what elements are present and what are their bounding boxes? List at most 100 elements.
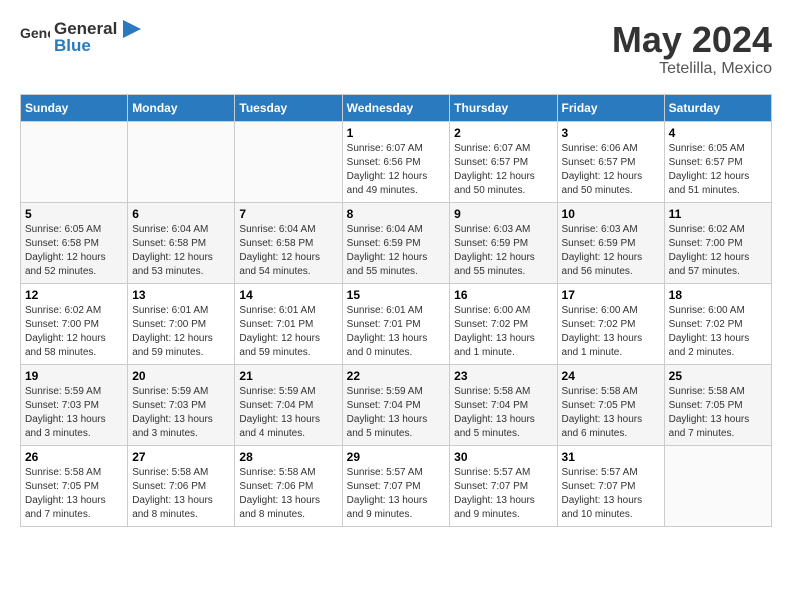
calendar-cell bbox=[128, 121, 235, 202]
col-header-thursday: Thursday bbox=[450, 94, 557, 121]
logo-blue-text: Blue bbox=[54, 37, 91, 56]
calendar-cell: 24 Sunrise: 5:58 AM Sunset: 7:05 PM Dayli… bbox=[557, 364, 664, 445]
day-number: 31 bbox=[562, 450, 660, 464]
calendar-cell: 3 Sunrise: 6:06 AM Sunset: 6:57 PM Daylig… bbox=[557, 121, 664, 202]
day-info: Sunrise: 5:59 AM Sunset: 7:04 PM Dayligh… bbox=[347, 385, 446, 441]
day-info: Sunrise: 6:04 AM Sunset: 6:58 PM Dayligh… bbox=[239, 223, 337, 279]
col-header-friday: Friday bbox=[557, 94, 664, 121]
calendar-week-row: 19 Sunrise: 5:59 AM Sunset: 7:03 PM Dayli… bbox=[21, 364, 772, 445]
calendar-cell: 8Sunrise: 6:04 AM Sunset: 6:59 PM Daylig… bbox=[342, 202, 450, 283]
calendar-cell: 26 Sunrise: 5:58 AM Sunset: 7:05 PM Dayli… bbox=[21, 445, 128, 526]
calendar-cell: 1 Sunrise: 6:07 AM Sunset: 6:56 PM Daylig… bbox=[342, 121, 450, 202]
calendar-cell bbox=[235, 121, 342, 202]
day-info: Sunrise: 5:58 AM Sunset: 7:06 PM Dayligh… bbox=[132, 466, 230, 522]
calendar-week-row: 5 Sunrise: 6:05 AM Sunset: 6:58 PM Daylig… bbox=[21, 202, 772, 283]
day-number: 19 bbox=[25, 369, 123, 383]
day-info: Sunrise: 5:57 AM Sunset: 7:07 PM Dayligh… bbox=[347, 466, 446, 522]
logo: General General Blue bbox=[20, 20, 141, 55]
calendar-cell: 21 Sunrise: 5:59 AM Sunset: 7:04 PM Dayli… bbox=[235, 364, 342, 445]
day-info: Sunrise: 6:04 AM Sunset: 6:59 PM Dayligh… bbox=[347, 223, 446, 279]
day-number: 12 bbox=[25, 288, 123, 302]
day-info: Sunrise: 6:02 AM Sunset: 7:00 PM Dayligh… bbox=[669, 223, 767, 279]
day-info: Sunrise: 6:01 AM Sunset: 7:01 PM Dayligh… bbox=[239, 304, 337, 360]
day-info: Sunrise: 6:00 AM Sunset: 7:02 PM Dayligh… bbox=[454, 304, 552, 360]
day-number: 23 bbox=[454, 369, 552, 383]
day-info: Sunrise: 6:03 AM Sunset: 6:59 PM Dayligh… bbox=[454, 223, 552, 279]
day-number: 1 bbox=[347, 126, 446, 140]
logo-icon: General bbox=[20, 24, 50, 52]
calendar-week-row: 1 Sunrise: 6:07 AM Sunset: 6:56 PM Daylig… bbox=[21, 121, 772, 202]
day-number: 15 bbox=[347, 288, 446, 302]
day-info: Sunrise: 5:57 AM Sunset: 7:07 PM Dayligh… bbox=[454, 466, 552, 522]
calendar-cell: 11 Sunrise: 6:02 AM Sunset: 7:00 PM Dayli… bbox=[664, 202, 771, 283]
day-info: Sunrise: 5:57 AM Sunset: 7:07 PM Dayligh… bbox=[562, 466, 660, 522]
page-header: General General Blue May 2024 Tetelilla,… bbox=[20, 20, 772, 78]
calendar-cell: 17 Sunrise: 6:00 AM Sunset: 7:02 PM Dayli… bbox=[557, 283, 664, 364]
day-info: Sunrise: 6:06 AM Sunset: 6:57 PM Dayligh… bbox=[562, 142, 660, 198]
calendar-header-row: SundayMondayTuesdayWednesdayThursdayFrid… bbox=[21, 94, 772, 121]
logo-flag-icon bbox=[119, 20, 141, 38]
calendar-cell: 25Sunrise: 5:58 AM Sunset: 7:05 PM Dayli… bbox=[664, 364, 771, 445]
day-number: 20 bbox=[132, 369, 230, 383]
calendar-cell: 14 Sunrise: 6:01 AM Sunset: 7:01 PM Dayli… bbox=[235, 283, 342, 364]
calendar-cell: 29 Sunrise: 5:57 AM Sunset: 7:07 PM Dayli… bbox=[342, 445, 450, 526]
calendar-week-row: 12 Sunrise: 6:02 AM Sunset: 7:00 PM Dayli… bbox=[21, 283, 772, 364]
day-info: Sunrise: 5:59 AM Sunset: 7:03 PM Dayligh… bbox=[25, 385, 123, 441]
day-number: 11 bbox=[669, 207, 767, 221]
day-number: 21 bbox=[239, 369, 337, 383]
calendar-cell: 5 Sunrise: 6:05 AM Sunset: 6:58 PM Daylig… bbox=[21, 202, 128, 283]
month-year-title: May 2024 bbox=[612, 20, 772, 60]
calendar-cell bbox=[664, 445, 771, 526]
calendar-cell: 15 Sunrise: 6:01 AM Sunset: 7:01 PM Dayli… bbox=[342, 283, 450, 364]
calendar-table: SundayMondayTuesdayWednesdayThursdayFrid… bbox=[20, 94, 772, 527]
calendar-cell: 13 Sunrise: 6:01 AM Sunset: 7:00 PM Dayli… bbox=[128, 283, 235, 364]
day-number: 7 bbox=[239, 207, 337, 221]
col-header-monday: Monday bbox=[128, 94, 235, 121]
day-info: Sunrise: 5:58 AM Sunset: 7:05 PM Dayligh… bbox=[25, 466, 123, 522]
calendar-cell: 9 Sunrise: 6:03 AM Sunset: 6:59 PM Daylig… bbox=[450, 202, 557, 283]
day-number: 30 bbox=[454, 450, 552, 464]
day-info: Sunrise: 6:07 AM Sunset: 6:56 PM Dayligh… bbox=[347, 142, 446, 198]
calendar-cell: 12 Sunrise: 6:02 AM Sunset: 7:00 PM Dayli… bbox=[21, 283, 128, 364]
calendar-cell bbox=[21, 121, 128, 202]
day-number: 17 bbox=[562, 288, 660, 302]
day-number: 26 bbox=[25, 450, 123, 464]
day-info: Sunrise: 5:59 AM Sunset: 7:04 PM Dayligh… bbox=[239, 385, 337, 441]
day-number: 28 bbox=[239, 450, 337, 464]
calendar-cell: 4 Sunrise: 6:05 AM Sunset: 6:57 PM Daylig… bbox=[664, 121, 771, 202]
day-number: 14 bbox=[239, 288, 337, 302]
svg-text:General: General bbox=[20, 25, 50, 41]
calendar-cell: 22Sunrise: 5:59 AM Sunset: 7:04 PM Dayli… bbox=[342, 364, 450, 445]
calendar-cell: 6Sunrise: 6:04 AM Sunset: 6:58 PM Daylig… bbox=[128, 202, 235, 283]
calendar-cell: 7 Sunrise: 6:04 AM Sunset: 6:58 PM Daylig… bbox=[235, 202, 342, 283]
day-number: 2 bbox=[454, 126, 552, 140]
calendar-cell: 27Sunrise: 5:58 AM Sunset: 7:06 PM Dayli… bbox=[128, 445, 235, 526]
day-number: 3 bbox=[562, 126, 660, 140]
day-number: 29 bbox=[347, 450, 446, 464]
day-number: 24 bbox=[562, 369, 660, 383]
day-info: Sunrise: 5:58 AM Sunset: 7:04 PM Dayligh… bbox=[454, 385, 552, 441]
calendar-cell: 30 Sunrise: 5:57 AM Sunset: 7:07 PM Dayli… bbox=[450, 445, 557, 526]
calendar-cell: 10Sunrise: 6:03 AM Sunset: 6:59 PM Dayli… bbox=[557, 202, 664, 283]
calendar-cell: 23 Sunrise: 5:58 AM Sunset: 7:04 PM Dayli… bbox=[450, 364, 557, 445]
day-info: Sunrise: 6:00 AM Sunset: 7:02 PM Dayligh… bbox=[669, 304, 767, 360]
day-info: Sunrise: 6:05 AM Sunset: 6:58 PM Dayligh… bbox=[25, 223, 123, 279]
col-header-saturday: Saturday bbox=[664, 94, 771, 121]
day-info: Sunrise: 6:01 AM Sunset: 7:01 PM Dayligh… bbox=[347, 304, 446, 360]
day-info: Sunrise: 6:00 AM Sunset: 7:02 PM Dayligh… bbox=[562, 304, 660, 360]
day-number: 25 bbox=[669, 369, 767, 383]
title-area: May 2024 Tetelilla, Mexico bbox=[612, 20, 772, 78]
day-number: 13 bbox=[132, 288, 230, 302]
day-info: Sunrise: 5:58 AM Sunset: 7:05 PM Dayligh… bbox=[562, 385, 660, 441]
day-number: 9 bbox=[454, 207, 552, 221]
day-info: Sunrise: 6:07 AM Sunset: 6:57 PM Dayligh… bbox=[454, 142, 552, 198]
day-info: Sunrise: 6:02 AM Sunset: 7:00 PM Dayligh… bbox=[25, 304, 123, 360]
day-info: Sunrise: 5:58 AM Sunset: 7:06 PM Dayligh… bbox=[239, 466, 337, 522]
day-info: Sunrise: 6:01 AM Sunset: 7:00 PM Dayligh… bbox=[132, 304, 230, 360]
day-info: Sunrise: 6:04 AM Sunset: 6:58 PM Dayligh… bbox=[132, 223, 230, 279]
calendar-cell: 16Sunrise: 6:00 AM Sunset: 7:02 PM Dayli… bbox=[450, 283, 557, 364]
col-header-wednesday: Wednesday bbox=[342, 94, 450, 121]
day-number: 5 bbox=[25, 207, 123, 221]
day-info: Sunrise: 6:05 AM Sunset: 6:57 PM Dayligh… bbox=[669, 142, 767, 198]
day-number: 4 bbox=[669, 126, 767, 140]
